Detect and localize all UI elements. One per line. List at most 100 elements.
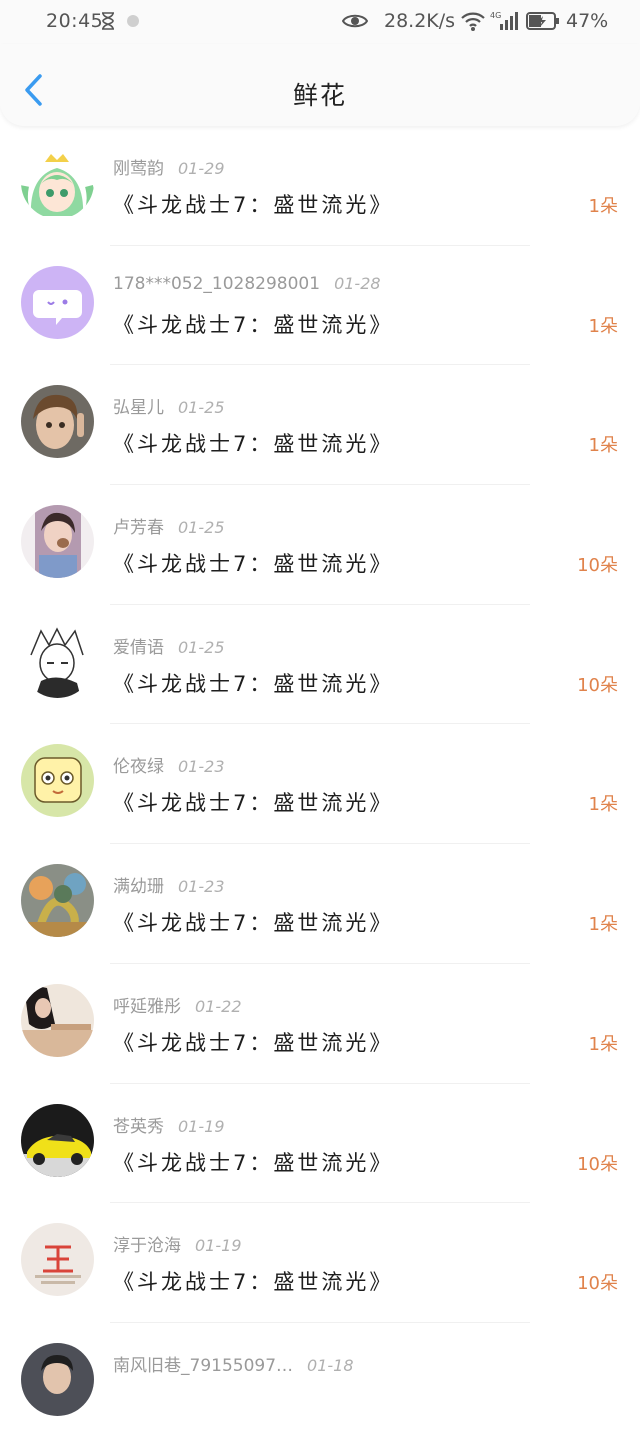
avatar[interactable] (21, 146, 94, 219)
list-item[interactable]: 伦夜绿 01-23 《斗龙战士7：盛世流光》 1朵 (0, 724, 640, 845)
battery-percent: 47% (566, 10, 609, 32)
book-title: 《斗龙战士7：盛世流光》 (113, 1150, 394, 1175)
username: 爱倩语 (113, 637, 164, 658)
notification-dot-icon (127, 15, 139, 27)
dragon-avatar-icon (21, 864, 94, 938)
anime-girl-avatar-icon (21, 146, 94, 219)
flower-count: 1朵 (588, 196, 618, 217)
date: 01-25 (178, 398, 225, 418)
cartoon-avatar-icon (21, 744, 94, 818)
list-item[interactable]: 卢芳春 01-25 《斗龙战士7：盛世流光》 10朵 (0, 485, 640, 605)
username: 南风旧巷_79155097… (113, 1355, 294, 1376)
child-photo-avatar-icon (21, 385, 94, 459)
date: 01-19 (178, 1116, 225, 1136)
user-line: 178***052_1028298001 01-28 (113, 274, 381, 294)
list-item[interactable]: 爱倩语 01-25 《斗龙战士7：盛世流光》 10朵 (0, 605, 640, 725)
chat-bubble-avatar-icon (21, 265, 94, 339)
username: 178***052_1028298001 (113, 273, 321, 294)
book-title: 《斗龙战士7：盛世流光》 (113, 1030, 394, 1055)
user-line: 苍英秀 01-19 (113, 1112, 225, 1137)
flower-count: 1朵 (588, 794, 618, 816)
sketch-boy-avatar-icon (21, 624, 94, 698)
user-line: 爱倩语 01-25 (113, 633, 225, 658)
list-item[interactable]: 苍英秀 01-19 《斗龙战士7：盛世流光》 10朵 (0, 1084, 640, 1204)
status-bar: 20:45 28.2K/s 4G 47% (0, 0, 640, 44)
book-title: 《斗龙战士7：盛世流光》 (113, 432, 394, 457)
flower-list: 刚莺韵 01-29 《斗龙战士7：盛世流光》 1朵 178***052_10282… (0, 126, 640, 1443)
car-avatar-icon (21, 1103, 94, 1177)
username: 呼延雅彤 (113, 996, 181, 1017)
flower-count: 10朵 (577, 1153, 618, 1175)
user-line: 弘星儿 01-25 (113, 393, 225, 418)
date: 01-25 (178, 637, 225, 657)
eye-icon (342, 14, 368, 28)
list-item[interactable]: 呼延雅彤 01-22 《斗龙战士7：盛世流光》 1朵 (0, 964, 640, 1084)
flower-count: 10朵 (577, 555, 618, 577)
user-line: 呼延雅彤 01-22 (113, 992, 242, 1017)
avatar[interactable] (21, 744, 94, 818)
date: 01-23 (178, 877, 225, 897)
woman-photo-avatar-icon (21, 983, 94, 1057)
book-title: 《斗龙战士7：盛世流光》 (113, 552, 394, 577)
username: 满幼珊 (113, 877, 164, 898)
signal-icon: 4G (490, 11, 518, 30)
date: 01-19 (195, 1236, 242, 1256)
date: 01-18 (307, 1355, 354, 1375)
girl-photo-avatar-icon (21, 505, 94, 579)
user-line: 南风旧巷_79155097… 01-18 (113, 1351, 354, 1376)
avatar[interactable] (21, 385, 94, 459)
book-title: 《斗龙战士7：盛世流光》 (113, 671, 394, 696)
list-item[interactable]: 满幼珊 01-23 《斗龙战士7：盛世流光》 1朵 (0, 844, 640, 964)
wang-logo-avatar-icon (21, 1223, 94, 1297)
avatar[interactable] (21, 265, 94, 339)
list-item[interactable]: 南风旧巷_79155097… 01-18 (0, 1323, 640, 1443)
user-line: 刚莺韵 01-29 (113, 154, 225, 179)
username: 弘星儿 (113, 398, 164, 419)
hourglass-icon (102, 12, 114, 30)
battery-icon (526, 12, 559, 30)
user-line: 淳于沧海 01-19 (113, 1231, 242, 1256)
man-photo-avatar-icon (21, 1342, 94, 1416)
avatar[interactable] (21, 864, 94, 938)
user-line: 伦夜绿 01-23 (113, 752, 225, 777)
avatar[interactable] (21, 624, 94, 698)
flower-count: 1朵 (588, 315, 618, 337)
user-line: 卢芳春 01-25 (113, 513, 225, 538)
wifi-icon (461, 12, 485, 31)
book-title: 《斗龙战士7：盛世流光》 (113, 312, 394, 337)
list-item[interactable]: 178***052_1028298001 01-28 《斗龙战士7：盛世流光》 1… (0, 246, 640, 366)
network-type: 4G (490, 11, 501, 20)
username: 卢芳春 (113, 518, 164, 539)
list-item[interactable]: 弘星儿 01-25 《斗龙战士7：盛世流光》 1朵 (0, 365, 640, 486)
date: 01-23 (178, 757, 225, 777)
page-title: 鲜花 (292, 81, 347, 110)
book-title: 《斗龙战士7：盛世流光》 (113, 1270, 394, 1295)
book-title: 《斗龙战士7：盛世流光》 (113, 193, 394, 217)
date: 01-29 (178, 159, 225, 178)
nav-header: 鲜花 (0, 44, 640, 126)
date: 01-28 (334, 273, 381, 293)
username: 刚莺韵 (113, 159, 164, 179)
flower-count: 1朵 (588, 1033, 618, 1055)
flower-count: 10朵 (577, 1273, 618, 1295)
avatar[interactable] (21, 1223, 94, 1297)
date: 01-25 (178, 518, 225, 538)
network-speed: 28.2K/s (384, 10, 456, 32)
avatar[interactable] (21, 505, 94, 579)
username: 苍英秀 (113, 1116, 164, 1137)
username: 伦夜绿 (113, 757, 164, 778)
flower-count: 10朵 (577, 674, 618, 696)
list-item[interactable]: 刚莺韵 01-29 《斗龙战士7：盛世流光》 1朵 (0, 126, 640, 246)
avatar[interactable] (21, 1103, 94, 1177)
avatar[interactable] (21, 983, 94, 1057)
flower-count: 1朵 (588, 435, 618, 457)
username: 淳于沧海 (113, 1236, 181, 1257)
status-time: 20:45 (46, 10, 104, 32)
book-title: 《斗龙战士7：盛世流光》 (113, 911, 394, 936)
list-item[interactable]: 淳于沧海 01-19 《斗龙战士7：盛世流光》 10朵 (0, 1203, 640, 1323)
user-line: 满幼珊 01-23 (113, 872, 225, 897)
flower-count: 1朵 (588, 914, 618, 936)
avatar[interactable] (21, 1342, 94, 1416)
book-title: 《斗龙战士7：盛世流光》 (113, 791, 394, 816)
date: 01-22 (195, 996, 242, 1016)
